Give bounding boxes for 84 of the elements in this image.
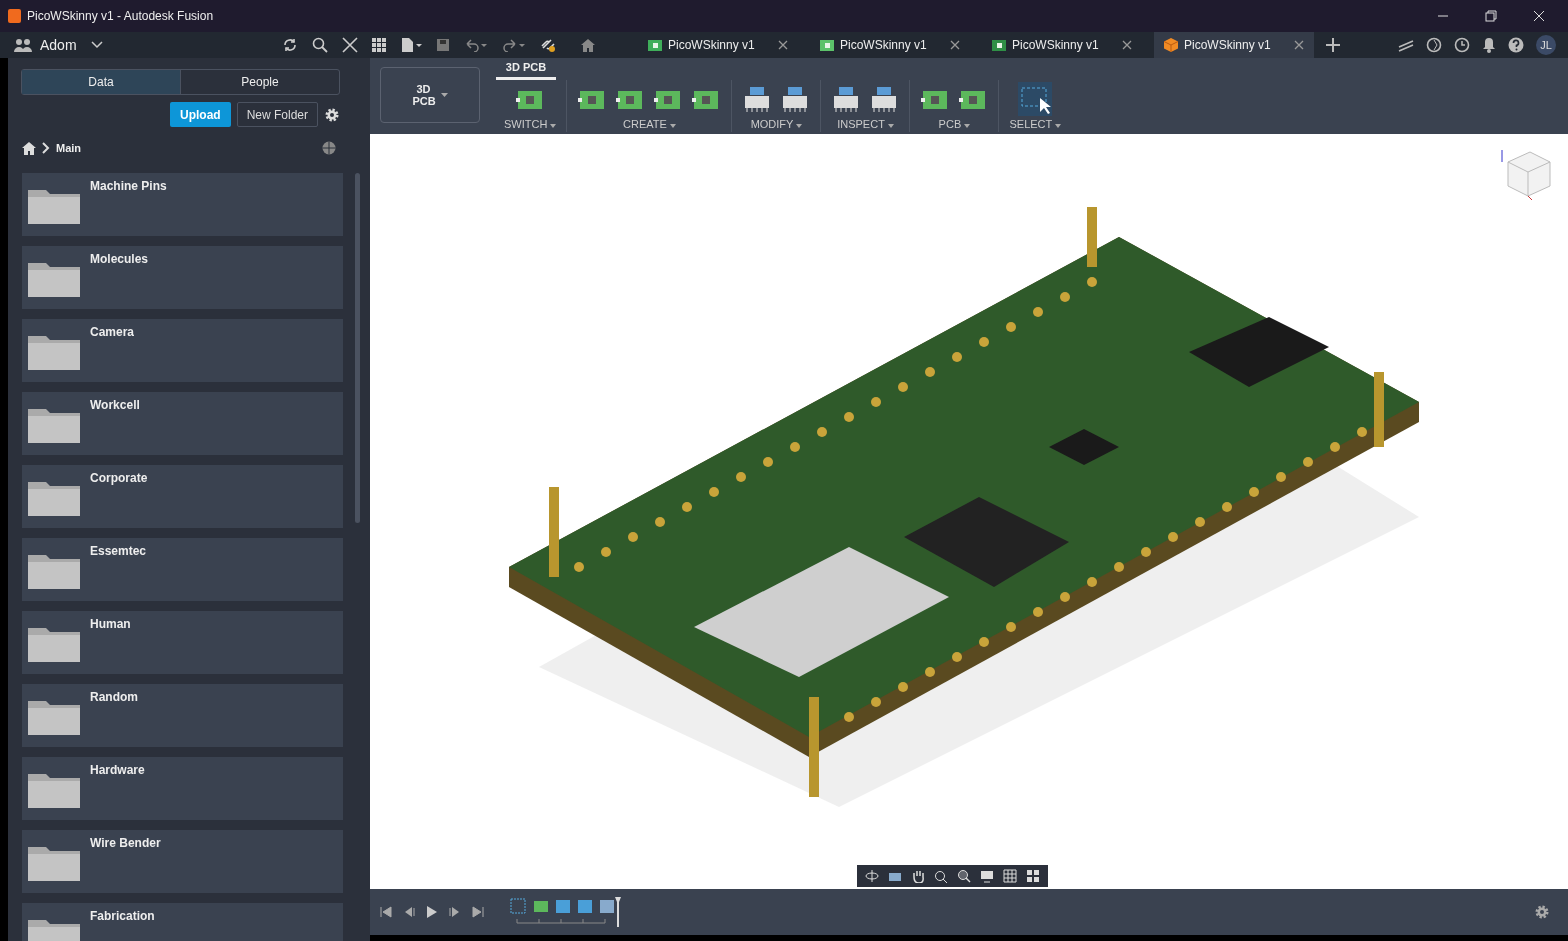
viewports-icon[interactable]	[1026, 869, 1040, 883]
close-tab-icon[interactable]	[1294, 40, 1304, 50]
tool-group-dropdown[interactable]: SELECT	[1009, 116, 1062, 132]
folder-item[interactable]: Camera	[22, 319, 343, 382]
save-icon[interactable]	[436, 38, 450, 52]
step-forward-icon[interactable]	[449, 906, 461, 918]
search-icon[interactable]	[312, 37, 328, 53]
close-tab-icon[interactable]	[950, 40, 960, 50]
play-icon[interactable]	[426, 905, 438, 919]
display-icon[interactable]	[980, 869, 994, 883]
panel-tab[interactable]: People	[180, 70, 339, 94]
globe-icon[interactable]	[322, 141, 336, 155]
caret-icon	[669, 124, 676, 128]
bell-icon[interactable]	[1482, 37, 1496, 53]
restore-icon[interactable]	[1485, 10, 1497, 22]
skip-to-start-icon[interactable]	[380, 906, 392, 918]
clock-icon[interactable]	[1454, 37, 1470, 53]
document-tab[interactable]: PicoWSkinny v1	[1154, 32, 1314, 58]
close-icon[interactable]	[342, 37, 358, 53]
settings-icon[interactable]	[324, 106, 340, 123]
home-icon[interactable]	[580, 38, 596, 52]
chevron-right-icon	[42, 142, 50, 154]
user-avatar[interactable]: JL	[1536, 35, 1556, 55]
help-icon[interactable]	[1508, 37, 1524, 53]
ribbon-tab[interactable]: 3D PCB	[496, 58, 556, 80]
tool-group-dropdown[interactable]: INSPECT	[837, 116, 894, 132]
tool-group-dropdown[interactable]: MODIFY	[750, 116, 803, 132]
tool-group-dropdown[interactable]: PCB	[938, 116, 971, 132]
team-icon[interactable]	[14, 38, 32, 52]
hand-icon[interactable]	[911, 869, 925, 883]
grid-icon[interactable]	[1003, 869, 1017, 883]
folder-item[interactable]: Human	[22, 611, 343, 674]
workspace-dropdown[interactable]: 3D PCB	[380, 67, 480, 123]
chevron-down-icon[interactable]	[90, 41, 103, 49]
breadcrumb-text[interactable]: Main	[56, 142, 82, 154]
close-icon[interactable]	[1533, 10, 1545, 22]
new-folder-button[interactable]: New Folder	[236, 102, 318, 127]
app-logo-icon	[8, 9, 21, 23]
folder-item[interactable]: Random	[22, 684, 343, 747]
folder-item[interactable]: Workcell	[22, 392, 343, 455]
step-back-icon[interactable]	[403, 906, 415, 918]
folder-item[interactable]: Fabrication	[22, 903, 343, 941]
box-icon	[1164, 38, 1178, 52]
caret-icon	[440, 93, 448, 97]
zoom-window-icon[interactable]	[957, 869, 971, 883]
caret-icon	[887, 124, 894, 128]
panel-tab[interactable]: Data	[22, 70, 180, 94]
folder-item[interactable]: Molecules	[22, 246, 343, 309]
circuit-board-icon	[648, 38, 662, 52]
tool-group-dropdown[interactable]: SWITCH	[504, 116, 557, 132]
select-box-icon[interactable]	[1018, 82, 1053, 116]
document-tab[interactable]: PicoWSkinny v1	[982, 32, 1142, 58]
close-tab-icon[interactable]	[778, 40, 788, 50]
folder-item[interactable]: Corporate	[22, 465, 343, 528]
folder-item[interactable]: Essemtec	[22, 538, 343, 601]
link-icon[interactable]	[540, 37, 556, 53]
tool-group-dropdown[interactable]: CREATE	[623, 116, 676, 132]
zoom-icon[interactable]	[934, 869, 948, 883]
circuit-board-icon	[820, 38, 834, 52]
caret-icon	[550, 124, 557, 128]
caret-icon	[796, 124, 803, 128]
orbit-icon[interactable]	[865, 869, 879, 883]
caret-icon	[964, 124, 971, 128]
team-name[interactable]: Adom	[40, 37, 77, 53]
undo-icon[interactable]	[464, 38, 488, 52]
globe-icon[interactable]	[1426, 37, 1442, 53]
refresh-icon[interactable]	[282, 37, 298, 53]
folder-item[interactable]: Hardware	[22, 757, 343, 820]
circuit-board-icon	[992, 38, 1006, 52]
plus-icon[interactable]	[1326, 38, 1340, 52]
redo-icon[interactable]	[502, 38, 526, 52]
settings-icon[interactable]	[1534, 904, 1550, 920]
file-icon[interactable]	[400, 37, 422, 53]
folder-item[interactable]: Machine Pins	[22, 173, 343, 236]
home-icon[interactable]	[22, 141, 36, 155]
caret-icon	[1055, 124, 1062, 128]
close-tab-icon[interactable]	[1122, 40, 1132, 50]
document-tab[interactable]: PicoWSkinny v1	[810, 32, 970, 58]
timeline-features-drawing[interactable]	[509, 897, 621, 927]
window-title: PicoWSkinny v1 - Autodesk Fusion	[27, 9, 214, 23]
grid-icon[interactable]	[372, 38, 386, 52]
folder-item[interactable]: Wire Bender	[22, 830, 343, 893]
skip-to-end-icon[interactable]	[472, 906, 484, 918]
document-tab[interactable]: PicoWSkinny v1	[638, 32, 798, 58]
